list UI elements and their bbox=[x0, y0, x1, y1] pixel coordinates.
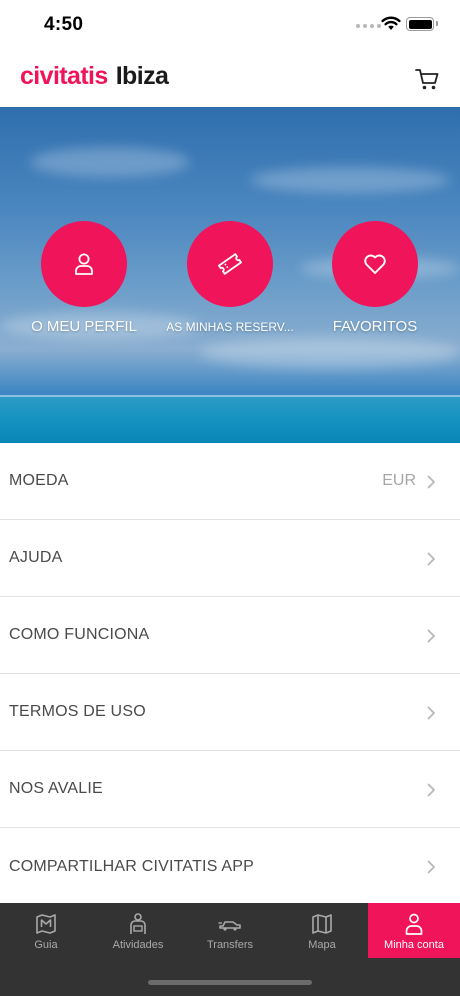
tab-transfers[interactable]: Transfers bbox=[184, 903, 276, 958]
my-bookings-label: AS MINHAS RESERV... bbox=[166, 320, 294, 334]
menu-item-label: MOEDA bbox=[9, 472, 69, 489]
city-name: Ibiza bbox=[115, 62, 169, 90]
bookings-circle[interactable] bbox=[187, 221, 273, 307]
app-header: civitatis Ibiza bbox=[0, 52, 460, 107]
status-time: 4:50 bbox=[44, 14, 84, 35]
tab-label: Transfers bbox=[206, 939, 254, 951]
heart-icon bbox=[364, 254, 386, 274]
brand-logo: civitatis Ibiza bbox=[20, 62, 169, 91]
chevron-right-icon bbox=[427, 706, 435, 720]
tab-activities[interactable]: Atividades bbox=[92, 903, 184, 958]
chevron-right-icon bbox=[427, 629, 435, 643]
hero-banner: O MEU PERFIL AS MINHAS RESERV... FAVORIT… bbox=[0, 107, 460, 443]
cart-icon[interactable] bbox=[414, 66, 440, 92]
menu-item-help[interactable]: AJUDA bbox=[0, 520, 460, 597]
menu-item-terms[interactable]: TERMOS DE USO bbox=[0, 674, 460, 751]
tab-my-account[interactable]: Minha conta bbox=[368, 903, 460, 958]
menu-item-how-it-works[interactable]: COMO FUNCIONA bbox=[0, 597, 460, 674]
currency-value: EUR bbox=[382, 472, 416, 489]
cellular-signal-icon bbox=[356, 24, 381, 28]
menu-item-share-app[interactable]: COMPARTILHAR CIVITATIS APP bbox=[0, 828, 460, 905]
menu-item-rate-us[interactable]: NOS AVALIE bbox=[0, 751, 460, 828]
account-icon bbox=[405, 913, 423, 935]
activities-icon bbox=[130, 913, 146, 934]
tab-label: Atividades bbox=[112, 939, 164, 951]
menu-item-label: COMPARTILHAR CIVITATIS APP bbox=[9, 857, 254, 875]
tab-label: Minha conta bbox=[384, 939, 444, 951]
profile-circle[interactable] bbox=[41, 221, 127, 307]
my-profile-button[interactable]: O MEU PERFIL bbox=[9, 221, 159, 335]
tab-label: Mapa bbox=[308, 939, 336, 951]
wifi-icon bbox=[381, 16, 401, 30]
sea bbox=[0, 397, 460, 443]
my-profile-label: O MEU PERFIL bbox=[31, 318, 137, 335]
chevron-right-icon bbox=[427, 475, 435, 489]
my-bookings-button[interactable]: AS MINHAS RESERV... bbox=[155, 221, 305, 334]
status-bar: 4:50 bbox=[0, 0, 460, 52]
chevron-right-icon bbox=[427, 860, 435, 874]
tab-map[interactable]: Mapa bbox=[276, 903, 368, 958]
settings-menu: MOEDA EUR AJUDA COMO FUNCIONA TERMOS DE … bbox=[0, 443, 460, 905]
menu-item-label: AJUDA bbox=[9, 549, 63, 566]
map-icon bbox=[312, 914, 332, 934]
brand-name: civitatis bbox=[20, 62, 108, 90]
tab-guide[interactable]: Guia bbox=[0, 903, 92, 958]
map-guide-icon bbox=[36, 914, 56, 934]
battery-tip bbox=[436, 21, 438, 26]
favorites-circle[interactable] bbox=[332, 221, 418, 307]
favorites-button[interactable]: FAVORITOS bbox=[300, 221, 450, 335]
battery-icon bbox=[406, 17, 434, 31]
tab-label: Guia bbox=[34, 939, 58, 951]
menu-item-label: TERMOS DE USO bbox=[9, 703, 146, 720]
chevron-right-icon bbox=[427, 783, 435, 797]
car-icon bbox=[218, 921, 241, 931]
menu-item-label: NOS AVALIE bbox=[9, 780, 103, 797]
chevron-right-icon bbox=[427, 552, 435, 566]
ticket-icon bbox=[218, 253, 242, 275]
menu-item-label: COMO FUNCIONA bbox=[9, 626, 150, 643]
menu-item-currency[interactable]: MOEDA EUR bbox=[0, 443, 460, 520]
favorites-label: FAVORITOS bbox=[332, 318, 418, 335]
home-indicator[interactable] bbox=[148, 980, 312, 985]
person-icon bbox=[75, 253, 93, 275]
